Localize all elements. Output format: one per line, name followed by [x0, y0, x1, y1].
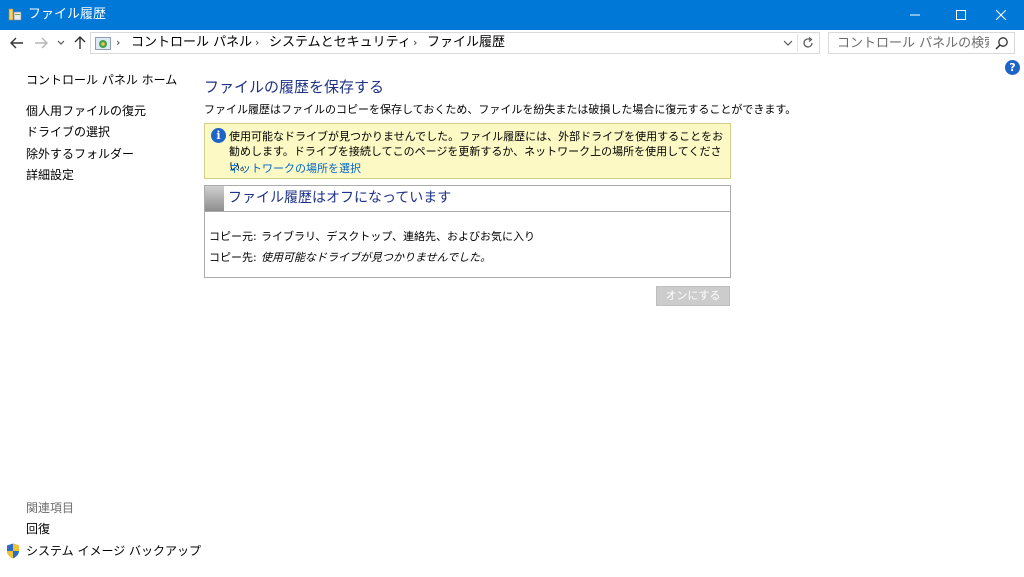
title-bar[interactable]: ファイル履歴	[0, 0, 1024, 30]
sidebar-item-exclude-folders[interactable]: 除外するフォルダー	[26, 146, 134, 162]
recent-locations-button[interactable]	[55, 35, 67, 51]
page-title: ファイルの履歴を保存する	[204, 78, 385, 96]
breadcrumb-separator: ›	[255, 36, 260, 49]
no-drive-warning: i 使用可能なドライブが見つかりませんでした。ファイル履歴には、外部ドライブを使…	[204, 123, 731, 179]
breadcrumb-separator: ›	[413, 36, 418, 49]
help-button[interactable]: ?	[1005, 60, 1020, 75]
address-toolbar: › コントロール パネル › システムとセキュリティ › ファイル履歴	[0, 30, 1024, 56]
breadcrumb-separator: ›	[116, 36, 121, 49]
uac-shield-icon	[7, 543, 19, 559]
status-title: ファイル履歴はオフになっています	[228, 190, 452, 206]
control-panel-icon	[95, 37, 111, 50]
forward-button[interactable]	[33, 35, 49, 51]
page-description: ファイル履歴はファイルのコピーを保存しておくため、ファイルを紛失または破損した場…	[204, 103, 797, 116]
breadcrumb-control-panel[interactable]: コントロール パネル	[131, 33, 252, 53]
search-icon[interactable]	[995, 36, 1009, 50]
minimize-icon	[910, 14, 920, 16]
address-bar[interactable]: › コントロール パネル › システムとセキュリティ › ファイル履歴	[90, 32, 820, 54]
copy-to-value: 使用可能なドライブが見つかりませんでした。	[261, 251, 492, 264]
arrow-right-icon	[35, 37, 48, 49]
window-title: ファイル履歴	[28, 7, 107, 22]
related-title: 関連項目	[26, 501, 75, 515]
chevron-down-icon	[57, 40, 65, 45]
refresh-button[interactable]	[797, 34, 817, 52]
search-box[interactable]	[828, 32, 1015, 54]
chevron-down-icon[interactable]	[783, 36, 793, 50]
search-input[interactable]	[829, 33, 989, 53]
refresh-icon	[802, 37, 813, 48]
sidebar-item-restore-files[interactable]: 個人用ファイルの復元	[26, 103, 146, 119]
sidebar-item-advanced-settings[interactable]: 詳細設定	[26, 167, 74, 183]
minimize-button[interactable]	[892, 0, 938, 30]
up-button[interactable]	[72, 35, 88, 51]
status-stripe	[205, 186, 224, 211]
info-icon: i	[211, 128, 226, 143]
file-history-icon	[8, 8, 22, 21]
turn-on-button[interactable]: オンにする	[656, 286, 730, 306]
breadcrumb-system-security[interactable]: システムとセキュリティ	[269, 33, 411, 53]
maximize-icon	[956, 10, 966, 20]
arrow-left-icon	[10, 37, 23, 49]
file-history-status-panel: ファイル履歴はオフになっています コピー元: ライブラリ、デスクトップ、連絡先、…	[204, 185, 731, 278]
sidebar-item-select-drive[interactable]: ドライブの選択	[26, 124, 110, 140]
copy-to-label: コピー先:	[209, 251, 257, 264]
close-button[interactable]	[978, 0, 1024, 30]
breadcrumb-file-history[interactable]: ファイル履歴	[427, 33, 505, 53]
copy-from-value: ライブラリ、デスクトップ、連絡先、およびお気に入り	[261, 230, 536, 243]
related-link-recovery[interactable]: 回復	[26, 521, 50, 537]
copy-from-label: コピー元:	[209, 230, 257, 243]
close-icon	[996, 10, 1006, 20]
back-button[interactable]	[9, 35, 25, 51]
control-panel-home-link[interactable]: コントロール パネル ホーム	[26, 72, 177, 88]
status-header: ファイル履歴はオフになっています	[205, 186, 730, 212]
select-network-location-link[interactable]: ネットワークの場所を選択	[229, 161, 361, 176]
related-link-system-image-backup[interactable]: システム イメージ バックアップ	[26, 543, 201, 559]
arrow-up-icon	[74, 36, 86, 49]
